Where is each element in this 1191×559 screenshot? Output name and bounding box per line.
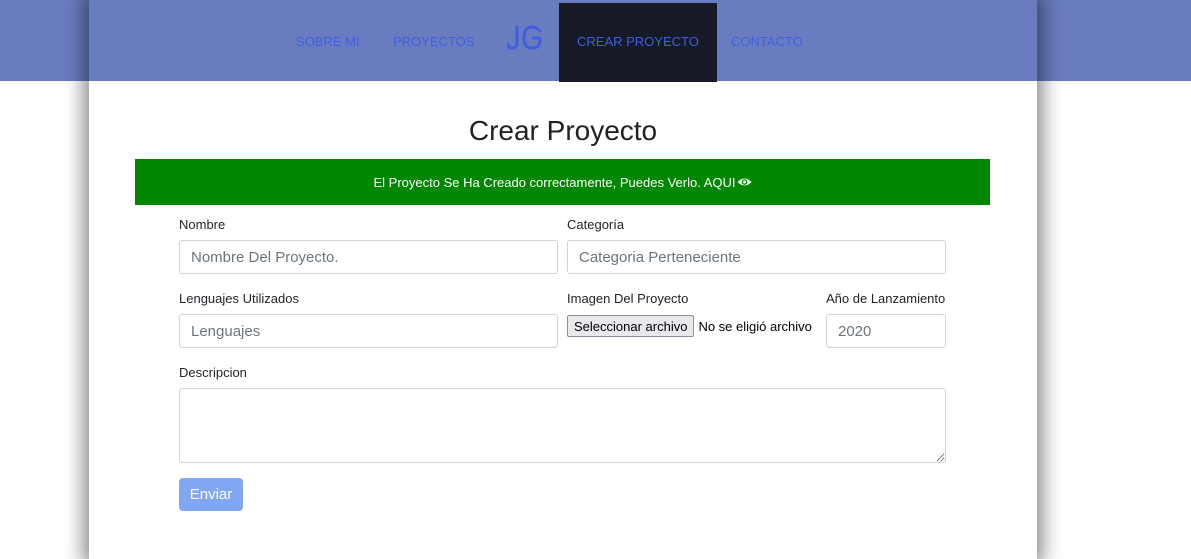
main-card: SOBRE MI PROYECTOS CREAR PROYECTO CONTAC… bbox=[89, 0, 1037, 559]
nombre-label: Nombre bbox=[179, 217, 226, 232]
imagen-file-input[interactable]: Seleccionar archivo No se eligió archivo bbox=[567, 315, 812, 337]
lenguajes-input[interactable] bbox=[179, 314, 558, 348]
anio-label: Año de Lanzamiento bbox=[826, 291, 946, 306]
categoria-input[interactable] bbox=[567, 240, 946, 274]
imagen-label: Imagen Del Proyecto bbox=[567, 291, 689, 306]
descripcion-textarea[interactable] bbox=[179, 388, 946, 463]
anio-input[interactable] bbox=[826, 314, 946, 348]
submit-button[interactable]: Enviar bbox=[179, 478, 243, 511]
nombre-input[interactable] bbox=[179, 240, 558, 274]
descripcion-label: Descripcion bbox=[179, 365, 247, 380]
navigation-bar: SOBRE MI PROYECTOS CREAR PROYECTO CONTAC… bbox=[89, 0, 1037, 82]
success-alert: El Proyecto Se Ha Creado correctamente, … bbox=[135, 159, 990, 205]
page-title: Crear Proyecto bbox=[468, 115, 658, 146]
nav-link-sobre-mi[interactable]: SOBRE MI bbox=[296, 0, 360, 81]
nav-link-crear-proyecto[interactable]: CREAR PROYECTO bbox=[559, 3, 717, 82]
select-file-button[interactable]: Seleccionar archivo bbox=[567, 315, 695, 337]
nav-link-proyectos[interactable]: PROYECTOS bbox=[393, 0, 474, 81]
success-alert-text: El Proyecto Se Ha Creado correctamente, … bbox=[373, 174, 736, 190]
eye-icon[interactable] bbox=[736, 177, 752, 187]
categoria-label: Categoría bbox=[567, 217, 625, 232]
file-status-text: No se eligió archivo bbox=[698, 318, 812, 334]
jg-logo-icon[interactable] bbox=[507, 24, 543, 52]
nav-link-contacto[interactable]: CONTACTO bbox=[731, 0, 803, 81]
lenguajes-label: Lenguajes Utilizados bbox=[179, 291, 299, 306]
